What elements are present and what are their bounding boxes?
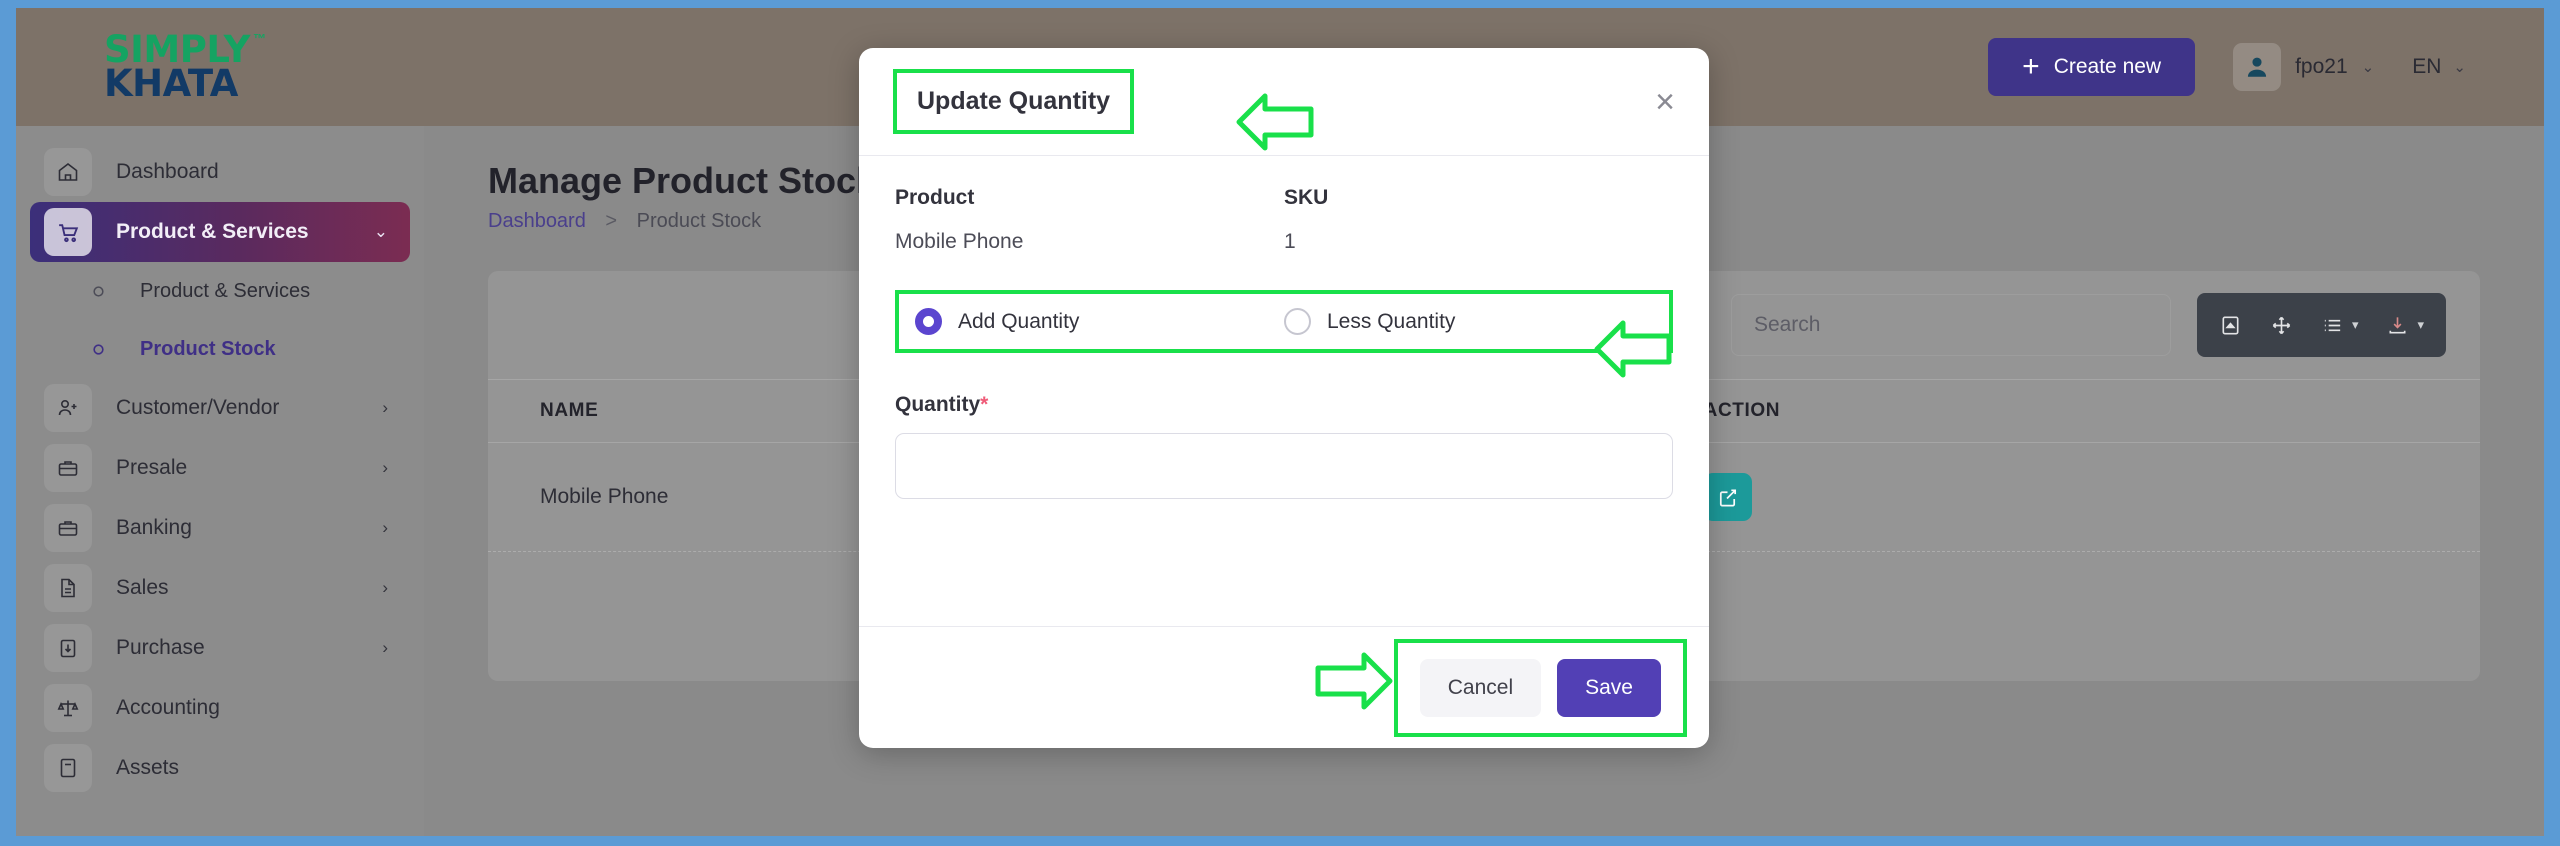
- sku-column: SKU 1: [1284, 186, 1673, 254]
- product-label: Product: [895, 186, 975, 209]
- product-value: Mobile Phone: [895, 230, 1024, 253]
- app-logo[interactable]: SIMPLY KHATA ™: [16, 8, 406, 126]
- required-marker: *: [980, 393, 989, 416]
- chevron-down-icon: ▾: [2351, 317, 2359, 332]
- sidebar-item-label: Product & Services: [116, 220, 309, 243]
- top-bar-actions: + Create new fpo21 ⌄ EN ⌄: [1988, 38, 2544, 96]
- cart-icon: [44, 208, 92, 256]
- sidebar-item-assets[interactable]: Assets: [30, 738, 410, 798]
- sidebar-item-banking[interactable]: Banking ›: [30, 498, 410, 558]
- document-icon: [44, 564, 92, 612]
- sidebar-item-sales[interactable]: Sales ›: [30, 558, 410, 618]
- sidebar-item-product-and-services[interactable]: Product & Services ⌄: [30, 202, 410, 262]
- avatar: [2233, 43, 2282, 91]
- annotation-box-radio-group: Add Quantity Less Quantity: [895, 290, 1673, 353]
- sidebar-item-label: Sales: [116, 576, 169, 599]
- sidebar-item-presale[interactable]: Presale ›: [30, 438, 410, 498]
- modal-body: Product Mobile Phone SKU 1 Add Quantity …: [859, 156, 1709, 626]
- annotation-arrow-footer: [1315, 652, 1393, 710]
- sidebar: Dashboard Product & Services ⌄ Product &…: [16, 126, 424, 836]
- radio-less-quantity-label: Less Quantity: [1327, 309, 1456, 333]
- breadcrumb-root[interactable]: Dashboard: [488, 210, 586, 232]
- user-name-label: fpo21: [2295, 55, 2348, 78]
- modal-footer: Cancel Save: [859, 626, 1709, 748]
- cancel-button[interactable]: Cancel: [1419, 658, 1542, 717]
- create-new-label: Create new: [2053, 55, 2162, 78]
- trademark-icon: ™: [252, 30, 266, 46]
- sidebar-subitem-product-and-services[interactable]: Product & Services: [30, 262, 410, 320]
- table-tools: ▾ ▾: [2196, 293, 2446, 357]
- chevron-down-icon: ▾: [2417, 317, 2424, 332]
- app-frame: SIMPLY KHATA ™ + Create new fpo21 ⌄ EN ⌄…: [16, 8, 2544, 836]
- annotation-box-footer: Cancel Save: [1393, 638, 1687, 737]
- edit-icon[interactable]: [1703, 473, 1752, 521]
- sku-label: SKU: [1284, 186, 1329, 209]
- sidebar-item-label: Presale: [116, 456, 188, 479]
- fullscreen-icon[interactable]: [2270, 314, 2293, 337]
- modal-title: Update Quantity: [917, 87, 1111, 115]
- product-info-row: Product Mobile Phone SKU 1: [895, 186, 1673, 254]
- scale-icon: [44, 684, 92, 732]
- cell-action: [1651, 442, 2480, 552]
- bullet-icon: [74, 343, 122, 356]
- notebook-icon: [44, 744, 92, 792]
- chevron-down-icon: ⌄: [2453, 59, 2466, 76]
- chevron-right-icon: ›: [382, 458, 388, 477]
- columns-icon[interactable]: ▾: [2321, 314, 2359, 337]
- user-plus-icon: [44, 384, 92, 432]
- collapse-icon[interactable]: [2219, 314, 2242, 337]
- language-selector[interactable]: EN ⌄: [2412, 55, 2466, 79]
- user-menu[interactable]: fpo21 ⌄: [2233, 43, 2374, 91]
- close-icon[interactable]: ×: [1655, 85, 1675, 119]
- create-new-button[interactable]: + Create new: [1988, 38, 2196, 96]
- sidebar-item-purchase[interactable]: Purchase ›: [30, 618, 410, 678]
- sidebar-item-label: Assets: [116, 756, 180, 779]
- breadcrumb-separator: >: [605, 210, 618, 232]
- clipboard-icon: [44, 624, 92, 672]
- sidebar-item-dashboard[interactable]: Dashboard: [30, 142, 410, 202]
- sidebar-item-label: Dashboard: [116, 160, 219, 183]
- sidebar-item-label: Purchase: [116, 636, 205, 659]
- annotation-box-title: Update Quantity: [893, 69, 1135, 134]
- product-column: Product Mobile Phone: [895, 186, 1284, 254]
- sidebar-item-label: Banking: [116, 516, 192, 539]
- plus-icon: +: [2022, 50, 2040, 83]
- sidebar-item-accounting[interactable]: Accounting: [30, 678, 410, 738]
- chevron-right-icon: ›: [382, 518, 388, 537]
- quantity-label: Quantity*: [895, 393, 1673, 417]
- breadcrumb-current: Product Stock: [636, 210, 762, 232]
- radio-add-quantity-label: Add Quantity: [958, 309, 1080, 333]
- radio-unchecked-icon: [1284, 308, 1311, 335]
- annotation-arrow-radio: [1594, 320, 1672, 378]
- sidebar-subitem-label: Product & Services: [140, 279, 311, 302]
- briefcase-icon: [44, 444, 92, 492]
- chevron-down-icon: ⌄: [2361, 59, 2375, 76]
- logo-text-bottom: KHATA: [104, 62, 238, 105]
- chevron-right-icon: ›: [382, 578, 388, 597]
- briefcase-icon: [44, 504, 92, 552]
- annotation-arrow-title: [1236, 93, 1314, 151]
- sidebar-subitem-label: Product Stock: [140, 337, 276, 360]
- column-header-action: ACTION: [1651, 379, 2480, 443]
- export-icon[interactable]: ▾: [2386, 314, 2424, 337]
- bullet-icon: [74, 285, 122, 298]
- radio-add-quantity[interactable]: Add Quantity: [915, 308, 1284, 335]
- home-icon: [44, 148, 92, 196]
- chevron-right-icon: ›: [382, 398, 388, 417]
- sku-value: 1: [1284, 230, 1296, 253]
- sidebar-item-label: Customer/Vendor: [116, 396, 280, 419]
- sidebar-subitem-product-stock[interactable]: Product Stock: [30, 320, 410, 378]
- language-label: EN: [2412, 55, 2442, 78]
- save-button[interactable]: Save: [1557, 658, 1661, 717]
- chevron-down-icon: ⌄: [373, 222, 388, 241]
- search-input[interactable]: [1730, 294, 2171, 356]
- quantity-label-text: Quantity: [895, 393, 981, 416]
- sidebar-item-label: Accounting: [116, 696, 220, 719]
- sidebar-item-customer-vendor[interactable]: Customer/Vendor ›: [30, 378, 410, 438]
- radio-checked-icon: [915, 308, 942, 335]
- chevron-right-icon: ›: [382, 638, 388, 657]
- quantity-input[interactable]: [895, 433, 1673, 499]
